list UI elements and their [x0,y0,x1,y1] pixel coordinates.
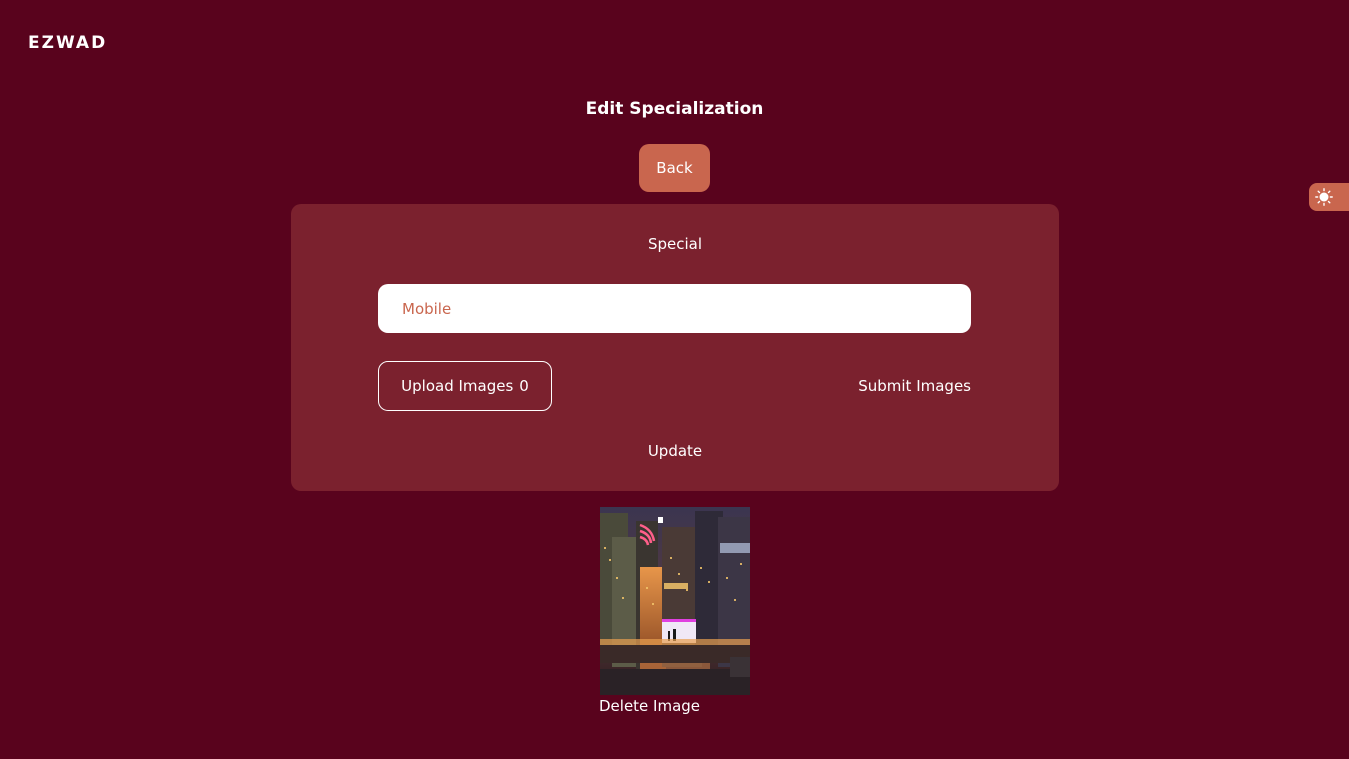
page-title: Edit Specialization [585,99,764,119]
edit-form-card: Special Upload Images 0 Submit Images Up… [291,204,1059,491]
upload-images-count: 0 [519,377,529,395]
city-image [600,507,750,695]
theme-toggle[interactable] [1309,183,1349,211]
upload-images-button[interactable]: Upload Images 0 [378,361,552,411]
section-label: Special [647,235,703,253]
specialization-name-input[interactable] [378,284,971,333]
submit-images-button[interactable]: Submit Images [858,377,971,395]
delete-image-button[interactable]: Delete Image [599,697,700,715]
brand-logo[interactable]: EZWAD [28,33,107,53]
upload-images-label: Upload Images [401,377,514,395]
sun-icon [1315,188,1333,206]
update-button[interactable]: Update [291,442,1059,460]
back-button[interactable]: Back [639,144,710,192]
